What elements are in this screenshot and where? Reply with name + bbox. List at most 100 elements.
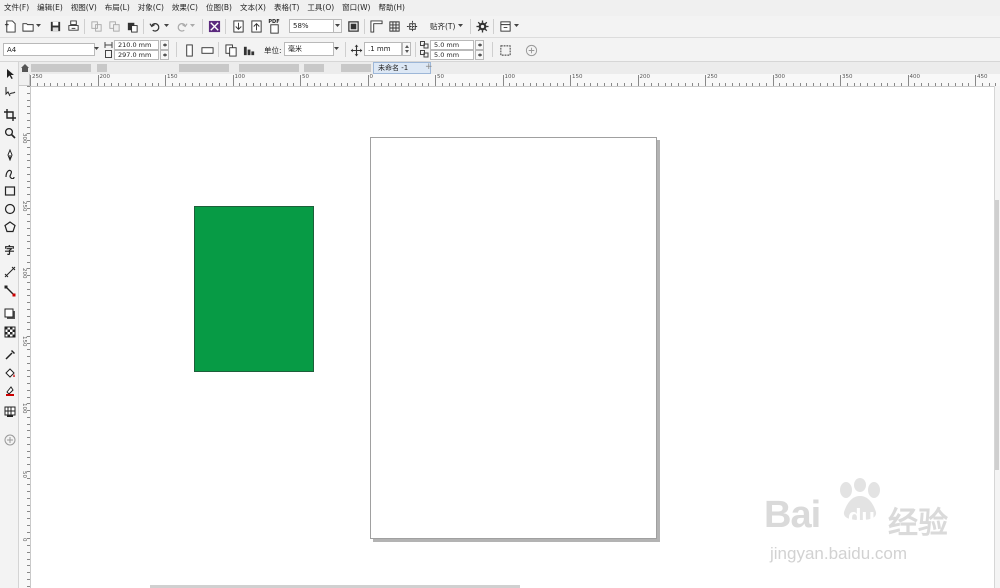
rectangle-tool-icon[interactable] [3,184,16,197]
menu-object[interactable]: 对象(C) [134,0,168,16]
import-icon[interactable] [231,19,245,33]
chevron-down-icon[interactable] [513,19,520,33]
blurred-document-tab[interactable] [97,64,107,72]
ruler-h-tick [725,83,727,86]
application-launcher-icon[interactable] [498,19,512,33]
crop-tool-icon[interactable] [3,108,16,121]
current-page-icon[interactable] [242,43,256,57]
chevron-down-icon[interactable] [163,19,170,33]
ellipse-tool-icon[interactable] [3,202,16,215]
smart-fill-icon[interactable] [3,384,16,397]
menu-help[interactable]: 帮助(H) [374,0,409,16]
ruler-origin[interactable] [19,74,30,86]
chevron-down-icon[interactable] [333,42,340,56]
full-screen-preview-icon[interactable] [346,19,360,33]
chevron-down-icon[interactable] [189,19,196,33]
tab-untitled-1[interactable]: 未命名 -1 [373,62,431,74]
home-icon[interactable] [21,64,29,72]
drop-shadow-icon[interactable] [3,307,16,320]
menu-layout[interactable]: 布局(L) [101,0,134,16]
ruler-h-tick-label: 200 [639,74,651,80]
green-rectangle-object[interactable] [194,206,314,372]
duplicate-x-spinner[interactable] [475,40,484,50]
chevron-down-icon[interactable] [93,42,100,56]
blurred-document-tab[interactable] [341,64,371,72]
chevron-down-icon[interactable] [35,19,42,33]
menu-view[interactable]: 视图(V) [67,0,101,16]
horizontal-ruler[interactable]: 250 200 150 100 50 0 50 100 150 200 250 300 350 400 45… [30,74,1000,87]
add-property-icon[interactable] [524,43,538,57]
height-spinner[interactable] [160,50,169,60]
eyedropper-icon[interactable] [3,348,16,361]
treat-as-filled-icon[interactable] [498,43,512,57]
cut-icon[interactable] [89,19,103,33]
units-select[interactable]: 毫米 [284,42,334,56]
mesh-fill-icon[interactable] [3,405,16,418]
blurred-document-tab[interactable] [31,64,91,72]
ruler-h-tick [327,83,328,86]
print-icon[interactable] [66,19,80,33]
redo-icon[interactable] [174,19,188,33]
copy-icon[interactable] [107,19,121,33]
blurred-document-tab[interactable] [179,64,229,72]
nudge-spinner[interactable] [402,42,411,56]
nudge-distance-field[interactable]: .1 mm [364,42,402,56]
text-tool-icon[interactable]: 字 [3,243,16,257]
shape-tool-icon[interactable] [3,85,16,98]
ruler-h-tick [77,83,79,86]
interactive-fill-icon[interactable] [3,366,16,379]
corel-connect-icon[interactable] [207,19,221,33]
duplicate-y-spinner[interactable] [475,50,484,60]
zoom-dropdown-chevron-icon[interactable] [333,19,342,33]
width-spinner[interactable] [160,40,169,50]
chevron-down-icon[interactable] [457,19,464,33]
duplicate-y-field[interactable]: 5.0 mm [430,50,474,60]
paste-icon[interactable] [125,19,139,33]
menu-effects[interactable]: 效果(C) [168,0,202,16]
freehand-tool-icon[interactable] [3,148,16,161]
ruler-h-tick [873,83,875,86]
show-grid-icon[interactable] [387,19,401,33]
polygon-tool-icon[interactable] [3,220,16,233]
new-tab-button[interactable]: + [425,62,433,73]
nudge-distance-icon [349,43,363,57]
portrait-orientation-icon[interactable] [182,43,196,57]
save-icon[interactable] [48,19,62,33]
all-pages-icon[interactable] [224,43,238,57]
document-page[interactable] [370,137,657,539]
options-gear-icon[interactable] [475,19,489,33]
landscape-orientation-icon[interactable] [200,43,214,57]
page-width-field[interactable]: 210.0 mm [114,40,159,50]
menu-tools[interactable]: 工具(O) [303,0,338,16]
menu-table[interactable]: 表格(T) [270,0,303,16]
blurred-document-tab[interactable] [304,64,324,72]
zoom-level-field[interactable]: 58% [289,19,334,33]
menu-window[interactable]: 窗口(W) [338,0,374,16]
artistic-media-icon[interactable] [3,166,16,179]
publish-pdf-icon[interactable]: PDF [267,19,281,34]
export-icon[interactable] [249,19,263,33]
menu-text[interactable]: 文本(X) [236,0,270,16]
undo-icon[interactable] [148,19,162,33]
page-size-select[interactable]: A4 [3,43,95,56]
zoom-tool-icon[interactable] [3,126,16,139]
pick-tool-icon[interactable] [3,67,16,80]
duplicate-x-field[interactable]: 5.0 mm [430,40,474,50]
show-guidelines-icon[interactable] [405,19,419,33]
transparency-icon[interactable] [3,325,16,338]
menu-edit[interactable]: 编辑(E) [33,0,67,16]
blurred-document-tab[interactable] [239,64,299,72]
show-rulers-icon[interactable] [369,19,383,33]
ruler-h-tick [988,83,990,86]
snap-to-label[interactable]: 贴齐(T) [430,21,455,32]
menu-file[interactable]: 文件(F) [0,0,33,16]
menu-bitmaps[interactable]: 位图(B) [202,0,236,16]
add-tool-icon[interactable] [3,433,16,446]
open-folder-icon[interactable] [21,19,35,33]
connector-tool-icon[interactable] [3,284,16,297]
vertical-ruler[interactable]: 300 250 200 150 100 50 0 [19,86,31,588]
page-height-field[interactable]: 297.0 mm [114,50,159,60]
parallel-dimension-icon[interactable] [3,265,16,278]
vertical-scrollbar-thumb[interactable] [995,200,999,470]
new-document-icon[interactable] [3,19,17,33]
